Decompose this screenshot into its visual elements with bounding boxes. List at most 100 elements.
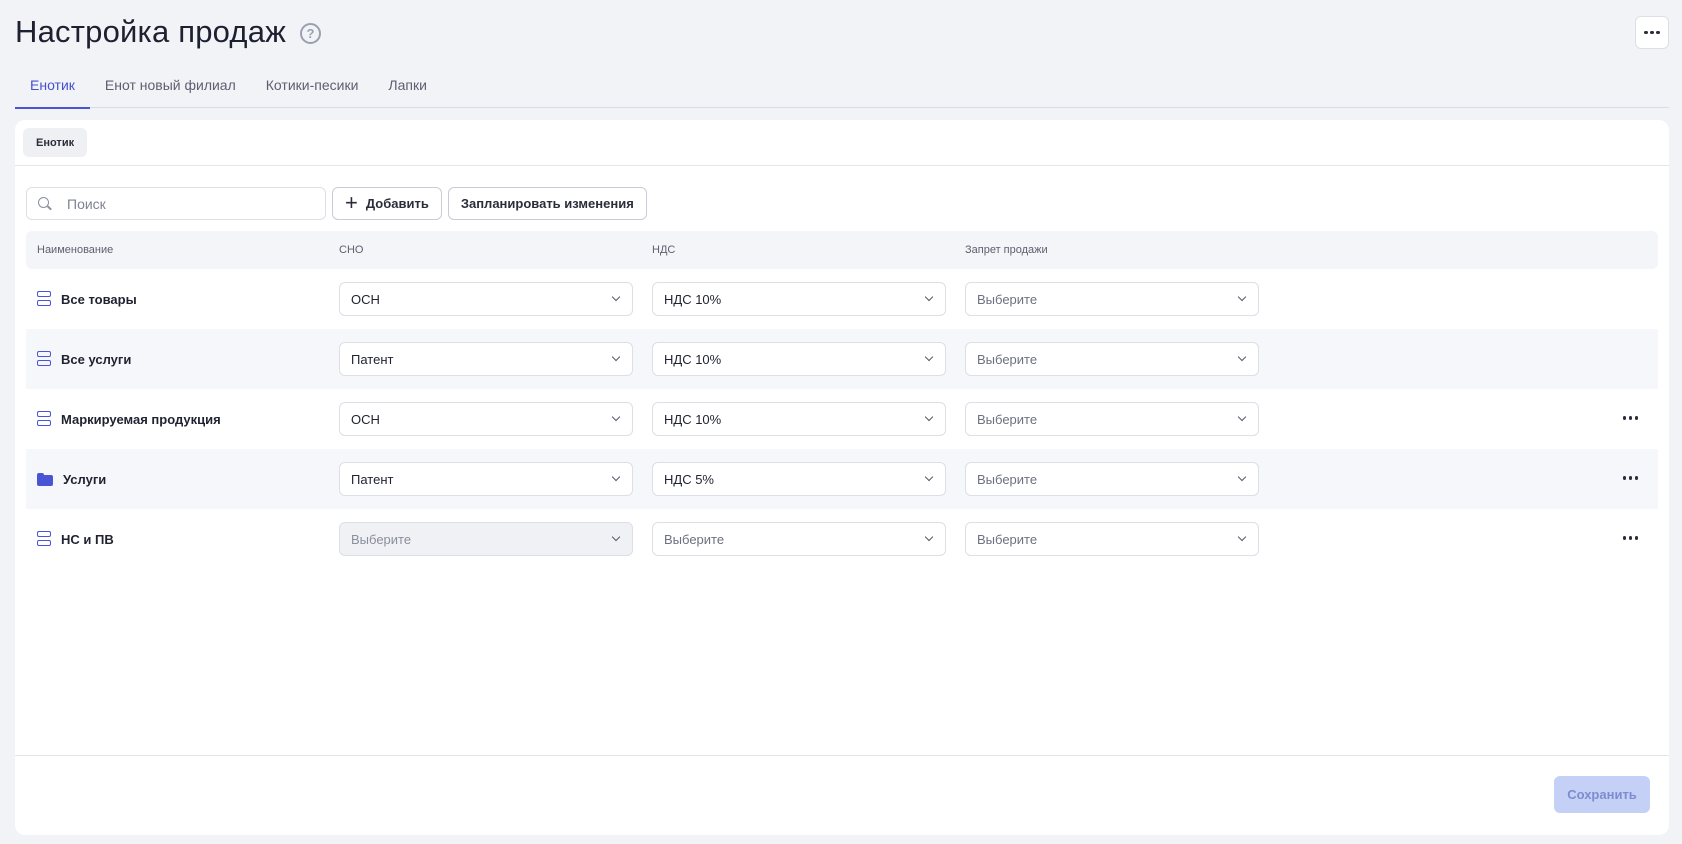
chip-bar: Енотик (15, 120, 1669, 166)
nds-value: НДС 10% (664, 291, 722, 307)
settings-table: Наименование СНО НДС Запрет продажи Все … (26, 231, 1658, 569)
sale-ban-select[interactable]: Выберите (965, 462, 1259, 496)
sno-value: Патент (351, 351, 394, 367)
tab-enot-new-branch[interactable]: Енот новый филиал (90, 66, 251, 108)
stack-icon (37, 351, 51, 367)
nds-value: НДС 5% (664, 471, 714, 487)
sno-select[interactable]: Патент (339, 342, 633, 376)
question-circle-icon[interactable]: ? (300, 22, 322, 44)
nds-value: НДС 10% (664, 351, 722, 367)
stack-icon (37, 291, 51, 307)
row-name: НС и ПВ (61, 531, 114, 547)
sno-select: Выберите (339, 522, 633, 556)
chevron-down-icon (924, 352, 934, 362)
tab-kotiki-pesiki[interactable]: Котики-песики (251, 66, 374, 108)
table-row: Маркируемая продукция ОСН НДС 10% Выбери… (26, 389, 1658, 449)
folder-icon (37, 472, 53, 486)
header-name: Наименование (37, 244, 114, 256)
page-more-button[interactable] (1635, 16, 1669, 49)
chevron-down-icon (924, 532, 934, 542)
page-title-text: Настройка продаж (15, 14, 287, 49)
chevron-down-icon (1237, 292, 1247, 302)
table-row: Все товары ОСН НДС 10% Выберите (26, 269, 1658, 329)
header-sale-ban: Запрет продажи (965, 244, 1048, 256)
branch-chip[interactable]: Енотик (23, 128, 88, 157)
chevron-down-icon (611, 412, 621, 422)
sale-ban-value: Выберите (977, 531, 1038, 547)
row-name: Маркируемая продукция (61, 411, 221, 427)
row-name: Все товары (61, 291, 137, 307)
sno-select[interactable]: ОСН (339, 402, 633, 436)
add-button-label: Добавить (365, 196, 429, 211)
sale-ban-select[interactable]: Выберите (965, 342, 1259, 376)
page-title: Настройка продаж ? (15, 14, 322, 50)
search-box[interactable] (26, 187, 326, 220)
row-more-button[interactable] (1619, 412, 1643, 424)
table-row: Услуги Патент НДС 5% Выберите (26, 449, 1658, 509)
nds-value: Выберите (664, 531, 725, 547)
stack-icon (37, 531, 51, 547)
sale-ban-value: Выберите (977, 471, 1038, 487)
chevron-down-icon (924, 292, 934, 302)
sno-select[interactable]: Патент (339, 462, 633, 496)
nds-select[interactable]: НДС 10% (652, 402, 946, 436)
row-more-button[interactable] (1619, 472, 1643, 484)
schedule-changes-button[interactable]: Запланировать изменения (447, 187, 647, 220)
chevron-down-icon (611, 292, 621, 302)
chevron-down-icon (1237, 352, 1247, 362)
sno-select[interactable]: ОСН (339, 282, 633, 316)
sno-value: Выберите (351, 531, 412, 547)
sale-ban-value: Выберите (977, 411, 1038, 427)
sale-ban-value: Выберите (977, 291, 1038, 307)
nds-select[interactable]: НДС 5% (652, 462, 946, 496)
sno-value: Патент (351, 471, 394, 487)
nds-select[interactable]: НДС 10% (652, 282, 946, 316)
row-name-cell: Маркируемая продукция (26, 411, 339, 427)
save-button[interactable]: Сохранить (1554, 776, 1650, 813)
search-input[interactable] (67, 195, 287, 212)
tab-bar: Енотик Енот новый филиал Котики-песики Л… (15, 66, 1669, 109)
chevron-down-icon (611, 352, 621, 362)
chevron-down-icon (924, 472, 934, 482)
row-name: Услуги (63, 471, 107, 487)
chevron-down-icon (611, 472, 621, 482)
ellipsis-icon (1622, 536, 1638, 540)
table-row: Все услуги Патент НДС 10% Выберите (26, 329, 1658, 389)
plus-icon: + (345, 189, 358, 215)
row-more-button[interactable] (1619, 532, 1643, 544)
sno-value: ОСН (351, 291, 380, 307)
table-row: НС и ПВ Выберите Выберите Выберите (26, 509, 1658, 569)
chevron-down-icon (924, 412, 934, 422)
tab-enotik[interactable]: Енотик (15, 66, 90, 109)
row-name-cell: Все услуги (26, 351, 339, 367)
stack-icon (37, 411, 51, 427)
chevron-down-icon (1237, 532, 1247, 542)
ellipsis-icon (1644, 30, 1660, 35)
sno-value: ОСН (351, 411, 380, 427)
sale-ban-select[interactable]: Выберите (965, 282, 1259, 316)
row-name-cell: Услуги (26, 472, 339, 487)
toolbar: + Добавить Запланировать изменения (26, 187, 647, 220)
header-sno: СНО (339, 244, 364, 256)
chevron-down-icon (1237, 412, 1247, 422)
search-icon (38, 196, 52, 211)
ellipsis-icon (1622, 476, 1638, 480)
table-header: Наименование СНО НДС Запрет продажи (26, 231, 1658, 269)
row-name-cell: НС и ПВ (26, 531, 339, 547)
nds-select[interactable]: Выберите (652, 522, 946, 556)
settings-card: Енотик + Добавить Запланировать изменени… (15, 120, 1669, 835)
footer-divider (15, 755, 1669, 756)
header-nds: НДС (652, 244, 676, 256)
add-button[interactable]: + Добавить (332, 187, 442, 220)
tab-lapki[interactable]: Лапки (373, 66, 442, 108)
sale-ban-value: Выберите (977, 351, 1038, 367)
nds-value: НДС 10% (664, 411, 722, 427)
nds-select[interactable]: НДС 10% (652, 342, 946, 376)
ellipsis-icon (1622, 416, 1638, 420)
row-name: Все услуги (61, 351, 132, 367)
row-name-cell: Все товары (26, 291, 339, 307)
chevron-down-icon (611, 532, 621, 542)
chevron-down-icon (1237, 472, 1247, 482)
sale-ban-select[interactable]: Выберите (965, 402, 1259, 436)
sale-ban-select[interactable]: Выберите (965, 522, 1259, 556)
